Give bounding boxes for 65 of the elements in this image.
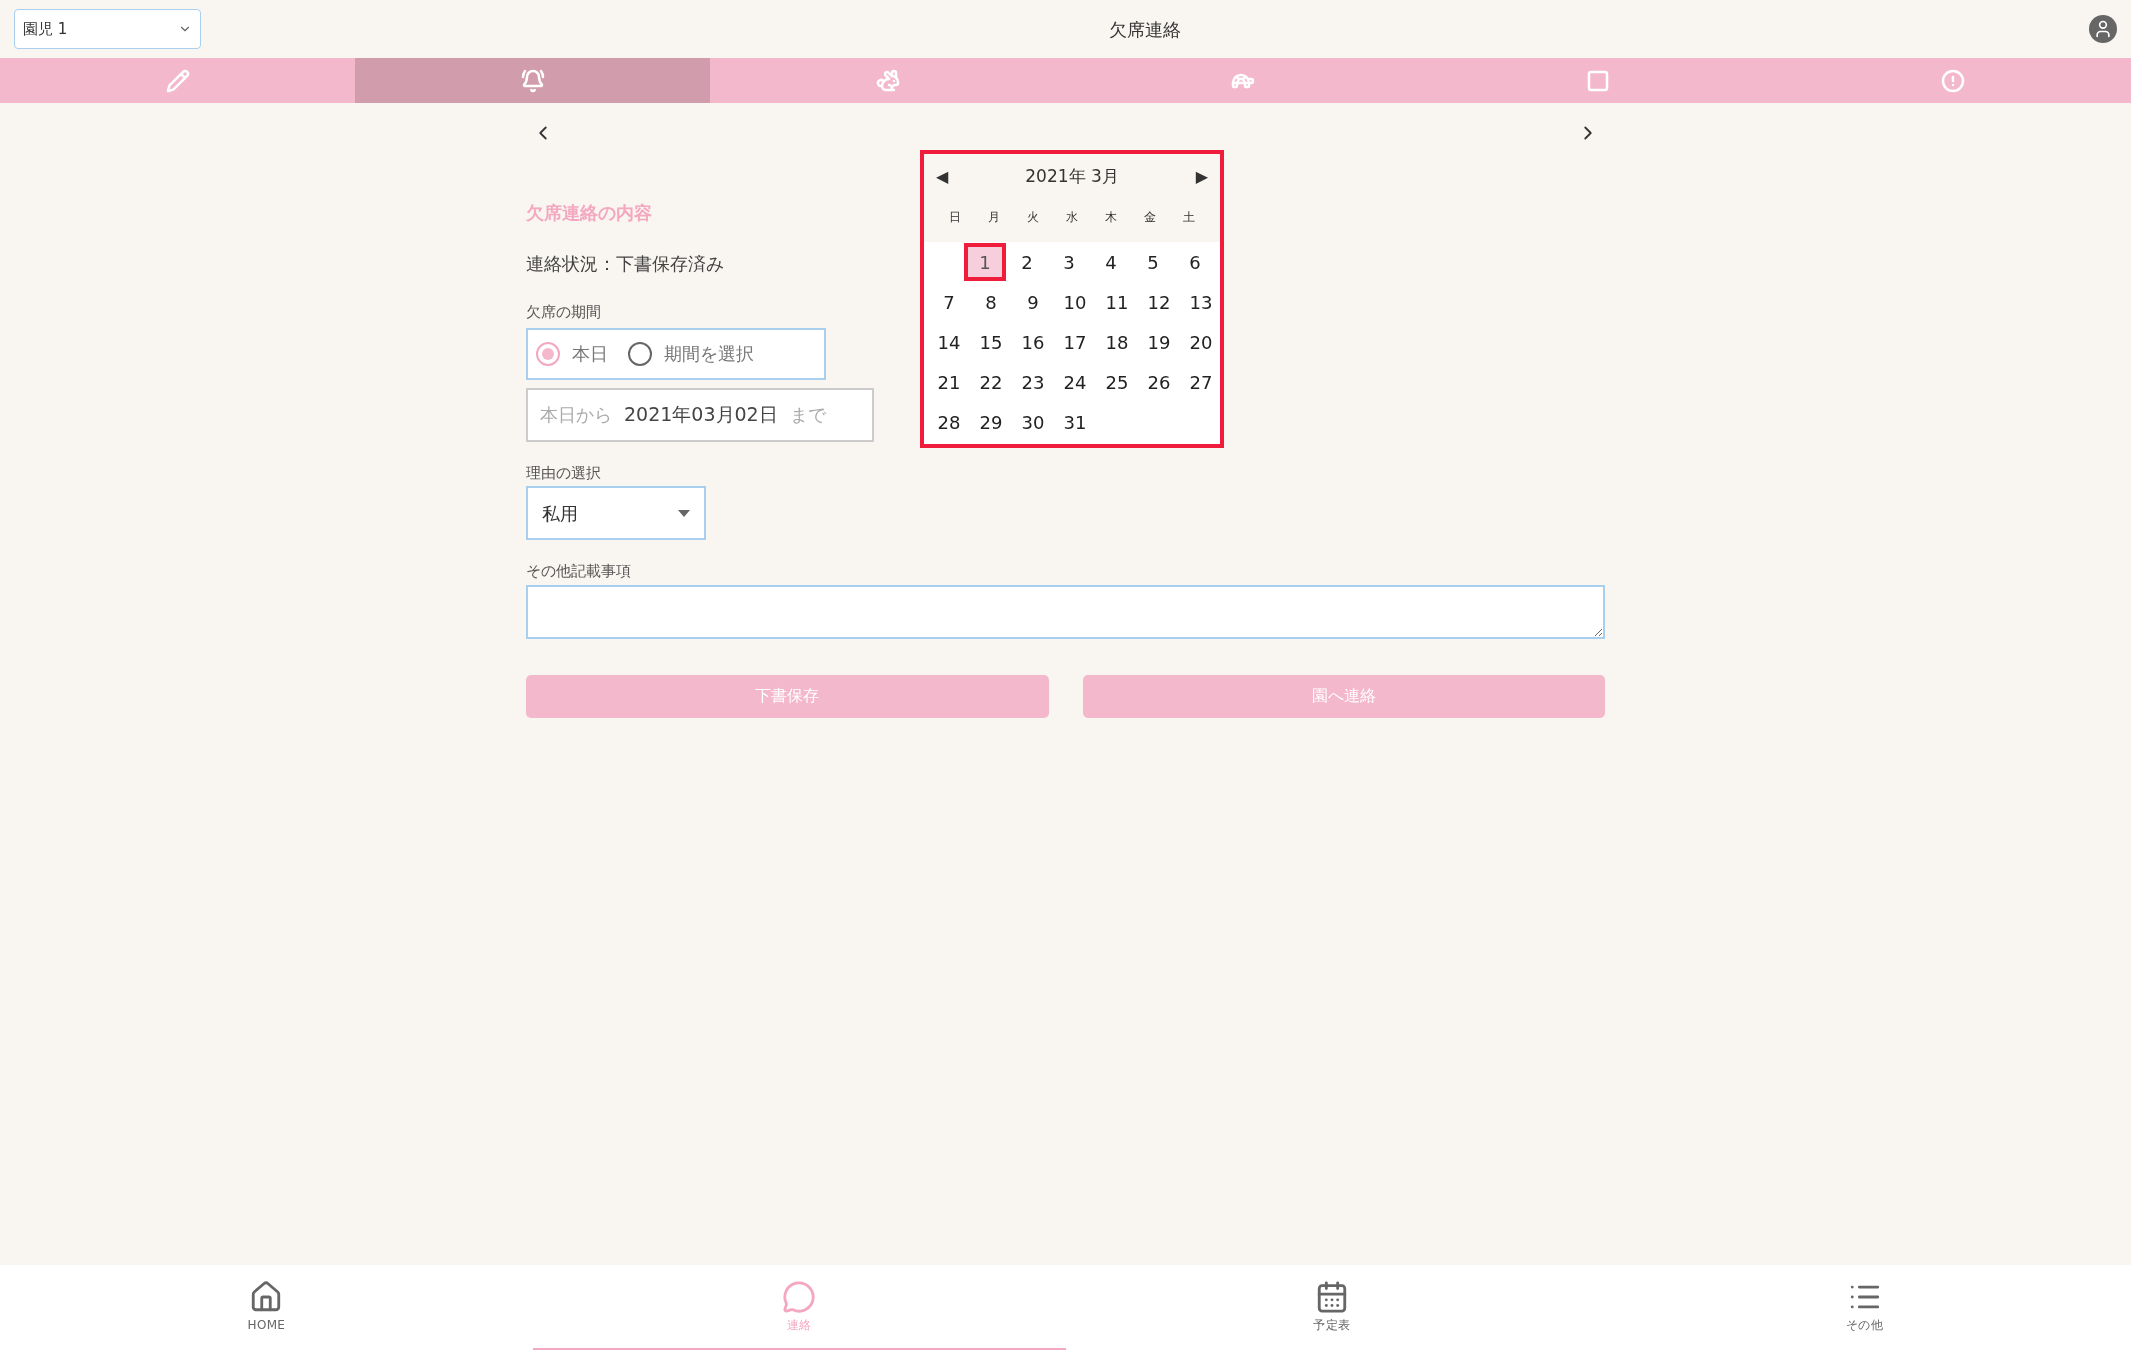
calendar-day[interactable]: 28 [928, 403, 970, 441]
calendar-day[interactable]: 18 [1096, 323, 1138, 361]
calendar-day[interactable]: 27 [1180, 363, 1222, 401]
period-radio[interactable]: 本日 [536, 340, 608, 367]
calendar-day[interactable]: 8 [970, 283, 1012, 321]
notes-field[interactable] [526, 584, 1605, 639]
calendar-day[interactable]: 21 [928, 363, 970, 401]
chat-bubble-icon [782, 1279, 817, 1314]
calendar-day[interactable]: 25 [1096, 363, 1138, 401]
weekday-label: 木 [1104, 209, 1117, 226]
month-title: 2021年 3月 [1025, 165, 1119, 189]
bottom-nav-item[interactable]: HOME [0, 1265, 533, 1350]
calendar-day[interactable]: 5 [1132, 243, 1174, 281]
calendar-day[interactable]: 14 [928, 323, 970, 361]
avatar-icon[interactable] [2089, 15, 2117, 43]
calendar-day[interactable]: 22 [970, 363, 1012, 401]
bell-icon [520, 68, 545, 93]
date-range-field[interactable]: 本日から 2021年03月02日 まで [526, 387, 874, 442]
calendar-day[interactable]: 1 [964, 243, 1006, 281]
calendar-day[interactable]: 19 [1138, 323, 1180, 361]
square-icon [1586, 68, 1611, 93]
reason-select[interactable]: 私用 [526, 486, 706, 540]
calendar-day[interactable]: 9 [1012, 283, 1054, 321]
field-label: 理由の選択 [526, 462, 601, 484]
weekday-label: 土 [1182, 209, 1195, 226]
child-select[interactable]: 園児 1 [14, 9, 201, 49]
weekday-label: 日 [949, 209, 962, 226]
category-tab[interactable] [355, 58, 711, 103]
field-label: その他記載事項 [526, 561, 631, 582]
calendar-day[interactable]: 2 [1006, 243, 1048, 281]
calendar-day[interactable]: 31 [1054, 403, 1096, 441]
calendar-day[interactable]: 13 [1180, 283, 1222, 321]
calendar-day[interactable]: 30 [1012, 403, 1054, 441]
alert-icon [1941, 68, 1966, 93]
calendar-day[interactable]: 24 [1054, 363, 1096, 401]
bottom-nav-item[interactable]: その他 [1598, 1265, 2131, 1350]
field-label: 欠席の期間 [526, 302, 601, 323]
next-month-button[interactable]: ▶ [1195, 165, 1208, 189]
calendar-day[interactable]: 3 [1048, 243, 1090, 281]
weekday-label: 月 [988, 209, 1001, 226]
calendar-day[interactable]: 20 [1180, 323, 1222, 361]
status-text: 連絡状況：下書保存済み [526, 252, 724, 276]
previous-month-button[interactable]: ◀ [936, 165, 949, 189]
calendar-day[interactable]: 15 [970, 323, 1012, 361]
calendar-day[interactable]: 17 [1054, 323, 1096, 361]
calendar-day[interactable]: 12 [1138, 283, 1180, 321]
calendar-day[interactable]: 10 [1054, 283, 1096, 321]
calendar-day[interactable]: 23 [1012, 363, 1054, 401]
weekday-label: 金 [1143, 209, 1156, 226]
calendar-day[interactable]: 6 [1174, 243, 1216, 281]
section-title: 欠席連絡の内容 [526, 201, 652, 225]
caret-icon [678, 509, 690, 517]
calendar-day[interactable]: 7 [928, 283, 970, 321]
period-radio[interactable]: 期間を選択 [628, 340, 754, 367]
calendar-day[interactable]: 26 [1138, 363, 1180, 401]
rabbit-icon [875, 68, 900, 93]
weekday-label: 水 [1066, 209, 1078, 226]
weekday-label: 火 [1027, 209, 1040, 226]
page-title: 欠席連絡 [1109, 17, 1181, 42]
calendar-day[interactable]: 11 [1096, 283, 1138, 321]
calendar-day[interactable]: 16 [1012, 323, 1054, 361]
pencil-icon [165, 68, 190, 93]
calendar-day[interactable]: 4 [1090, 243, 1132, 281]
calendar-day[interactable]: 29 [970, 403, 1012, 441]
bottom-nav-item[interactable]: 予定表 [1065, 1265, 1599, 1350]
